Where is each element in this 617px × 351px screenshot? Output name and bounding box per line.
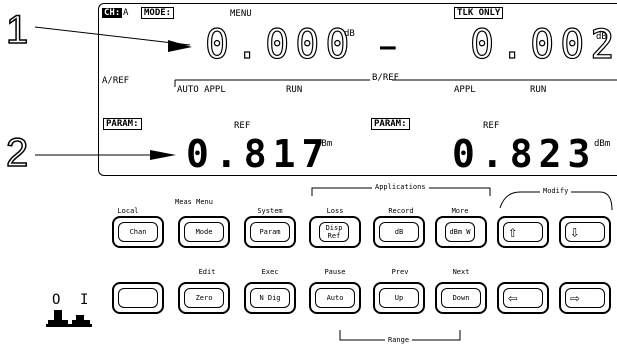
mode-value: MENU [230,9,252,19]
channel-label: CH: [102,8,123,18]
chan-key[interactable]: Chan [112,216,164,248]
param-value-b-unit: dBm [594,139,611,149]
zero-key-label: Zero [195,294,213,302]
up-arrow-icon: ⇧ [508,222,518,241]
zero-key[interactable]: Zero [178,282,230,314]
left-arrow-icon: ⇦ [508,288,518,307]
mode-key-label: Mode [195,228,213,236]
left-arrow-key[interactable]: ⇦ [497,282,549,314]
up-arrow-key[interactable]: ⇧ [497,216,549,248]
shift-label-system: System [257,207,283,215]
a-soft-label-run: RUN [286,85,303,95]
dbm-w-key-label: dBm W [449,228,471,236]
a-soft-label-auto-appl: AUTO APPL [177,85,226,95]
disp-ref-key-label: Disp Ref [325,224,343,240]
param-key[interactable]: Param [244,216,296,248]
b-ref-label: B/REF [372,73,400,83]
shift-label-record: Record [388,207,414,215]
auto-key[interactable]: Auto [309,282,361,314]
param-ref-b: REF [483,121,500,131]
up-key[interactable]: Up [373,282,425,314]
reading-b-unit: dB [596,32,607,42]
param-label-b: PARAM: [371,118,410,130]
power-on-label: I [80,292,89,308]
right-arrow-key[interactable]: ⇨ [559,282,611,314]
power-off-label: O [52,292,61,308]
reading-b: 0.002 [469,21,617,68]
param-value-a: 0.817 [186,132,331,176]
a-ref-label: A/REF [102,76,130,86]
shift-label-next: Next [452,268,470,276]
param-value-a-unit: dBm [316,139,333,149]
shift-label-loss: Loss [326,207,344,215]
n-dig-key-label: N Dig [259,294,281,302]
down-key[interactable]: Down [435,282,487,314]
chan-key-label: Chan [129,228,147,236]
param-value-b: 0.823 [452,132,597,176]
param-ref-a: REF [234,121,251,131]
db-key[interactable]: dB [373,216,425,248]
group-applications-label: Applications [372,184,429,191]
shift-label-more: More [451,207,469,215]
b-soft-label-run: RUN [530,85,547,95]
n-dig-key[interactable]: N Dig [244,282,296,314]
shift-label-meas-menu: Meas Menu [175,198,213,206]
shift-label-pause: Pause [324,268,346,276]
mode-key[interactable]: Mode [178,216,230,248]
disp-ref-key[interactable]: Disp Ref [309,216,361,248]
auto-key-label: Auto [326,294,344,302]
dbm-w-key[interactable]: dBm W [435,216,487,248]
right-arrow-icon: ⇨ [570,288,580,307]
shift-label-exec: Exec [261,268,279,276]
reading-a: 0.000 [204,21,356,68]
param-label-a: PARAM: [103,118,142,130]
b-soft-label-appl: APPL [454,85,476,95]
shift-label-edit: Edit [198,268,216,276]
channel-value: A [123,8,129,18]
group-modify-label: Modify [540,188,572,195]
down-arrow-key[interactable]: ⇩ [559,216,611,248]
shift-label-local: Local [117,207,139,215]
shift-key[interactable] [112,282,164,314]
param-key-label: Param [259,228,281,236]
power-switch-icon[interactable] [44,308,96,330]
up-key-label: Up [394,294,404,302]
down-key-label: Down [452,294,470,302]
reading-separator: – [380,32,396,62]
shift-label-prev: Prev [391,268,409,276]
mode-label: MODE: [141,7,175,19]
db-key-label: dB [394,228,404,236]
group-range-label: Range [385,337,413,344]
reading-a-unit: dB [344,29,355,39]
down-arrow-icon: ⇩ [570,222,580,241]
tlk-only-status: TLK ONLY [454,7,504,19]
